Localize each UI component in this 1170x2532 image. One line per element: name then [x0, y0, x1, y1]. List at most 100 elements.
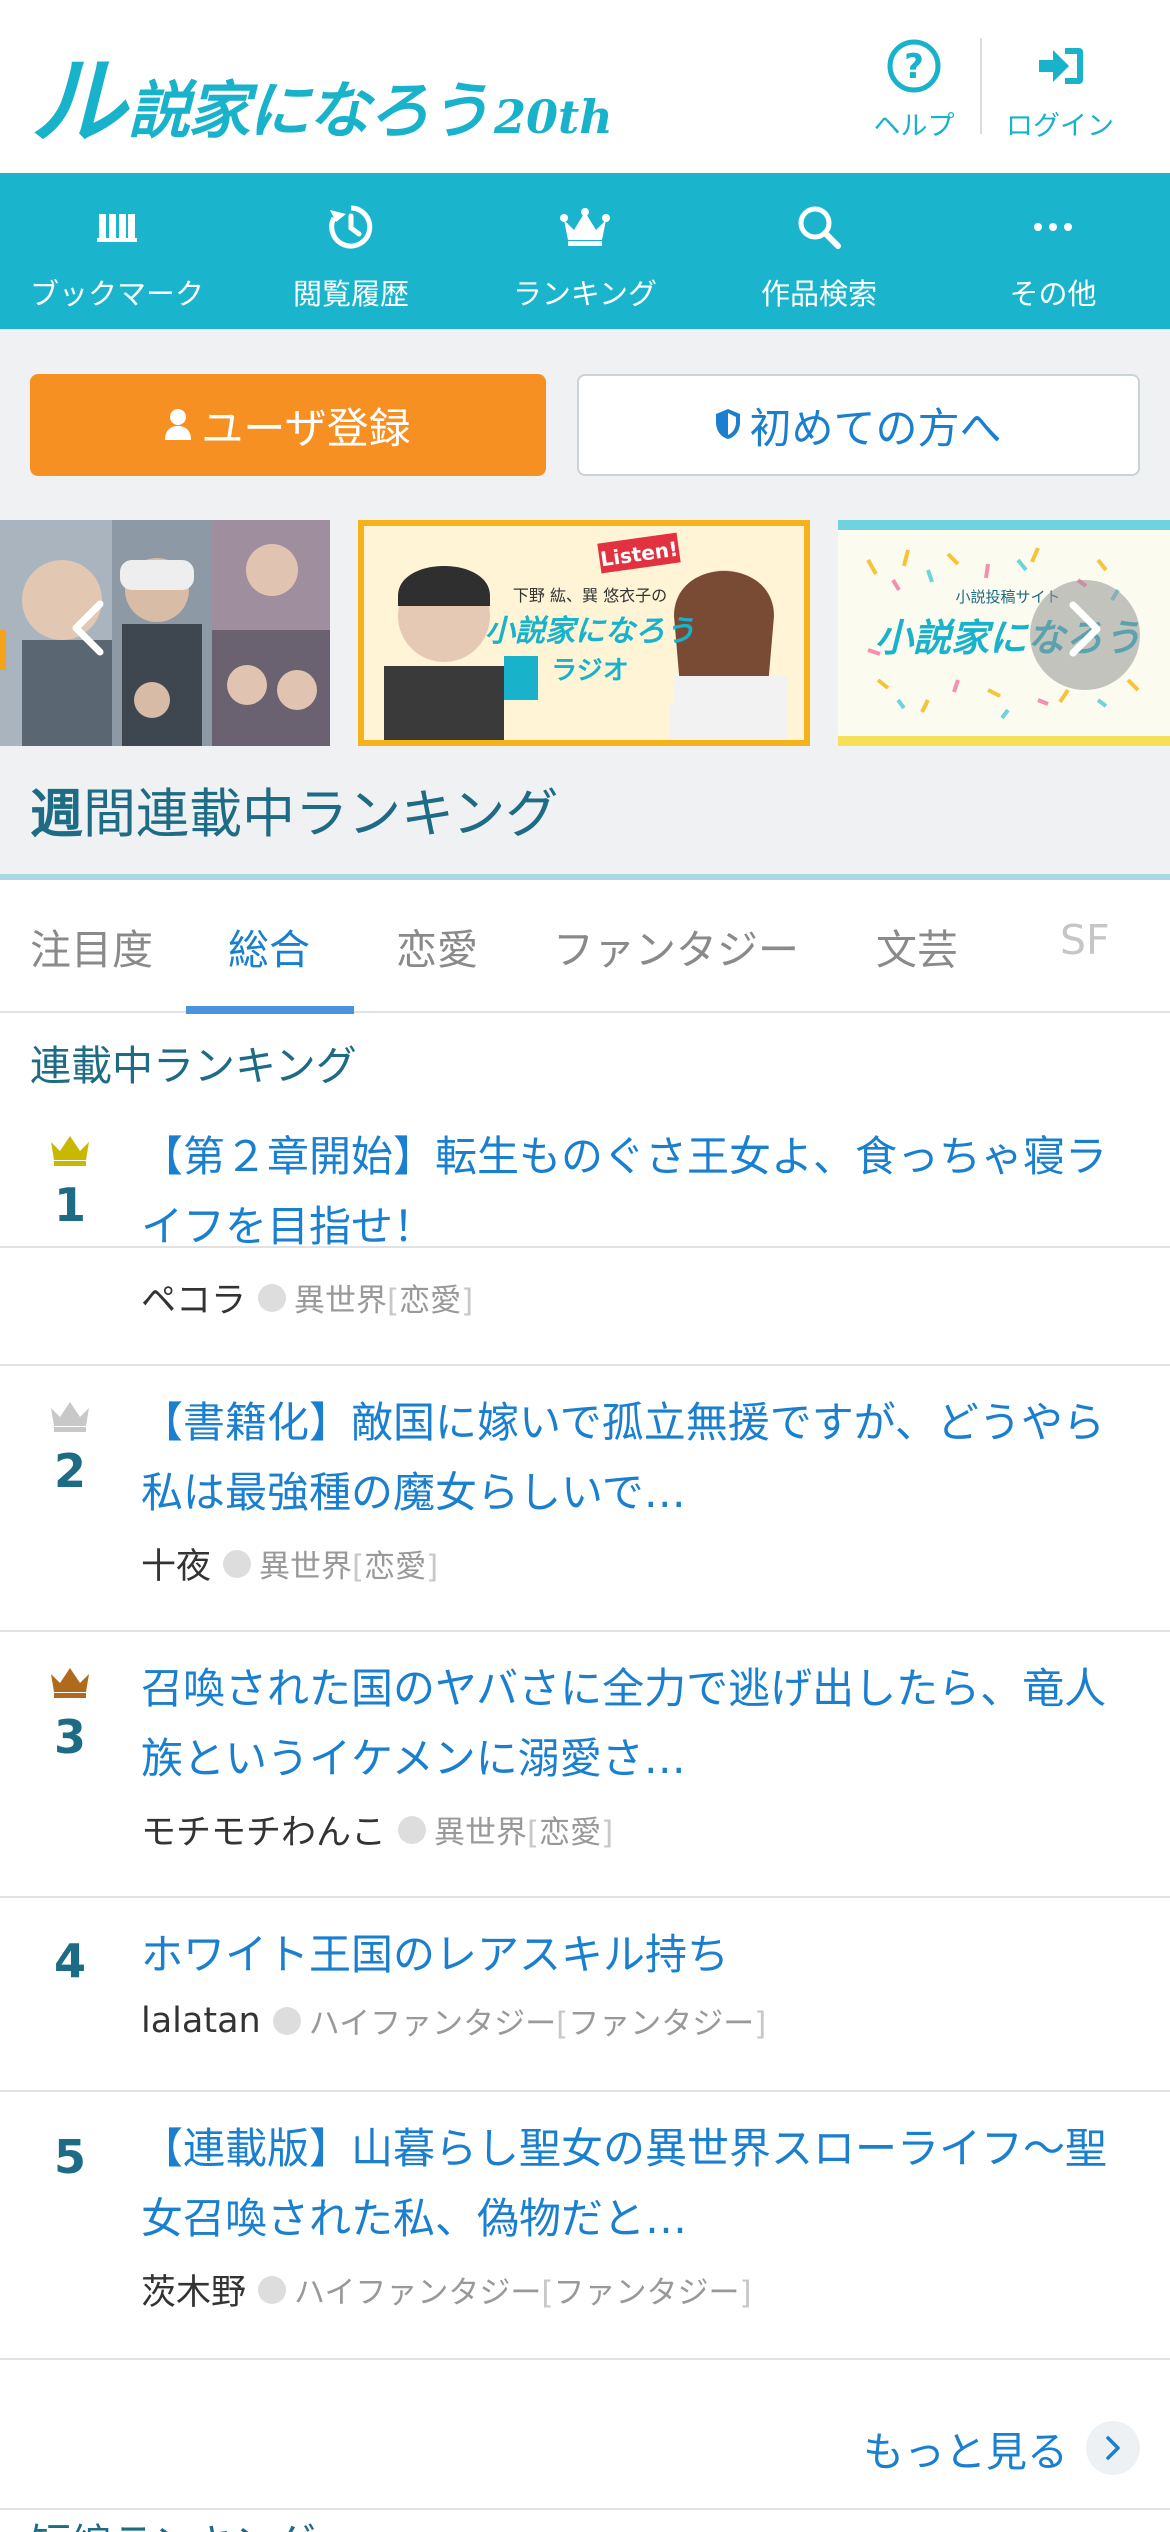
radio-title: 小説家になろう [485, 614, 695, 649]
novel-title-link[interactable]: 召喚された国のヤバさに全力で逃げ出したら、竜人族というイケメンに溺愛さ… [141, 1654, 1131, 1794]
nav-item-other[interactable]: その他 [936, 173, 1170, 329]
tab-literature[interactable]: 文芸 [876, 916, 958, 976]
rank-column: 4 [30, 1926, 110, 1988]
genre-name: 異世界 [294, 1283, 388, 1319]
bracket-close: ] [739, 2275, 752, 2311]
first-time-label: 初めての方へ [749, 403, 1002, 453]
history-icon [234, 199, 468, 255]
rank-number: 1 [53, 1178, 86, 1232]
genre-label: 異世界[恋愛] [434, 1807, 613, 1852]
rank-column: 2 [30, 1400, 110, 1498]
genre-tabs: 注目度 総合 恋愛 ファンタジー 文芸 SF [0, 880, 1170, 1014]
section-title-bold: 週 [30, 784, 83, 845]
category-name: 恋愛 [364, 1549, 427, 1585]
nav-label: その他 [1009, 277, 1097, 311]
banner-carousel[interactable]: Listen! 下野 紘、巽 悠衣子の 小説家になろう ラジオ 小説投稿サイト … [0, 520, 1170, 746]
logo-anniversary: 20th [494, 90, 613, 144]
bracket-open: [ [541, 2275, 554, 2311]
nav-item-search[interactable]: 作品検索 [702, 173, 936, 329]
radio-caption: 下野 紘、巽 悠衣子の [512, 586, 668, 605]
author-name[interactable]: モチモチわんこ [141, 1804, 386, 1855]
tab-sf[interactable]: SF [1060, 916, 1110, 964]
list-heading: 連載中ランキング [30, 1042, 357, 1090]
author-name[interactable]: lalatan [141, 2001, 261, 2041]
bracket-close: ] [601, 1815, 614, 1851]
author-name[interactable]: 茨木野 [141, 2264, 246, 2315]
nav-item-history[interactable]: 閲覧履歴 [234, 173, 468, 329]
rank-number: 5 [53, 2130, 86, 2184]
search-icon [702, 199, 936, 255]
bracket-close: ] [426, 1549, 439, 1585]
tab-fantasy[interactable]: ファンタジー [553, 916, 799, 976]
author-name[interactable]: ペコラ [141, 1272, 246, 1323]
more-icon [936, 199, 1170, 255]
row-divider [0, 1364, 1170, 1366]
genre-name: 異世界 [259, 1549, 353, 1585]
genre-dot [272, 2006, 301, 2035]
novel-title-link[interactable]: 【連載版】山暮らし聖女の異世界スローライフ〜聖女召喚された私、偽物だと… [141, 2114, 1131, 2254]
section-title-rest: 間連載中ランキング [83, 784, 559, 845]
rank-number: 3 [53, 1710, 86, 1764]
logo-text: 説家になろう [128, 74, 490, 147]
nav-item-bookmark[interactable]: ブックマーク [0, 173, 234, 329]
crown-silver-icon [49, 1402, 91, 1436]
tab-attention[interactable]: 注目度 [30, 916, 153, 976]
crown-icon [468, 199, 702, 255]
first-time-button[interactable]: 初めての方へ [577, 374, 1140, 476]
rank-number: 2 [53, 1444, 86, 1498]
login-button[interactable]: ログイン [1000, 38, 1120, 143]
carousel-next-button[interactable] [1030, 580, 1140, 690]
tab-overall[interactable]: 総合 [228, 916, 310, 976]
site-logo[interactable]: ル 説家になろう 20th [30, 40, 613, 150]
genre-label: 異世界[恋愛] [259, 1541, 438, 1586]
genre-dot [258, 2275, 287, 2304]
author-name[interactable]: 十夜 [141, 1538, 211, 1589]
crown-bronze-icon [49, 1668, 91, 1702]
books-icon [0, 199, 234, 255]
banner-radio[interactable]: Listen! 下野 紘、巽 悠衣子の 小説家になろう ラジオ [358, 520, 810, 746]
category-name: 恋愛 [399, 1283, 462, 1319]
genre-name: ハイファンタジー [294, 2275, 542, 2311]
carousel-prev-button[interactable] [40, 580, 136, 684]
nav-label: ランキング [512, 277, 658, 311]
genre-label: ハイファンタジー[ファンタジー] [294, 2267, 752, 2312]
user-icon [165, 401, 192, 450]
bracket-open: [ [387, 1283, 400, 1319]
novel-title-link[interactable]: 【第２章開始】転生ものぐさ王女よ、食っちゃ寝ライフを目指せ！ [141, 1122, 1131, 1262]
genre-label: ハイファンタジー[ファンタジー] [309, 1998, 767, 2043]
category-name: ファンタジー [568, 2006, 755, 2042]
active-tab-indicator [186, 1006, 354, 1014]
chevron-right-icon [1067, 599, 1103, 672]
row-divider [0, 1896, 1170, 1898]
help-label: ヘルプ [873, 111, 955, 142]
chevron-right-icon [1086, 2421, 1140, 2475]
more-label: もっと見る [863, 2428, 1068, 2476]
bracket-open: [ [527, 1815, 540, 1851]
login-icon [1000, 38, 1120, 94]
novel-meta: 茨木野 ハイファンタジー[ファンタジー] [141, 2264, 752, 2315]
main-nav: ブックマーク 閲覧履歴 ランキング 作品検索 その他 [0, 173, 1170, 329]
genre-dot [258, 1283, 287, 1312]
register-button[interactable]: ユーザ登録 [30, 374, 546, 476]
tab-romance[interactable]: 恋愛 [396, 916, 478, 976]
nav-item-ranking[interactable]: ランキング [468, 173, 702, 329]
section-title: 週間連載中ランキング [30, 772, 558, 848]
login-label: ログイン [1006, 111, 1114, 142]
novel-title-link[interactable]: ホワイト王国のレアスキル持ち [141, 1920, 1131, 1990]
chevron-left-icon [70, 591, 106, 673]
row-divider [0, 2090, 1170, 2092]
more-link[interactable]: もっと見る [863, 2418, 1140, 2478]
bracket-close: ] [461, 1283, 474, 1319]
nav-label: ブックマーク [29, 277, 204, 311]
help-button[interactable]: ? ヘルプ [854, 38, 974, 143]
bracket-open: [ [556, 2006, 569, 2042]
novel-title-link[interactable]: 【書籍化】敵国に嫁いで孤立無援ですが、どうやら私は最強種の魔女らしいで… [141, 1388, 1131, 1528]
rank-column: 3 [30, 1666, 110, 1764]
row-divider [0, 2358, 1170, 2360]
genre-name: ハイファンタジー [308, 2006, 557, 2042]
novel-meta: lalatan ハイファンタジー[ファンタジー] [141, 1998, 766, 2043]
crown-gold-icon [49, 1136, 91, 1170]
nav-label: 作品検索 [760, 277, 877, 311]
logo-mark: ル [30, 45, 126, 158]
app-header: ル 説家になろう 20th ? ヘルプ ログイン [0, 0, 1170, 173]
